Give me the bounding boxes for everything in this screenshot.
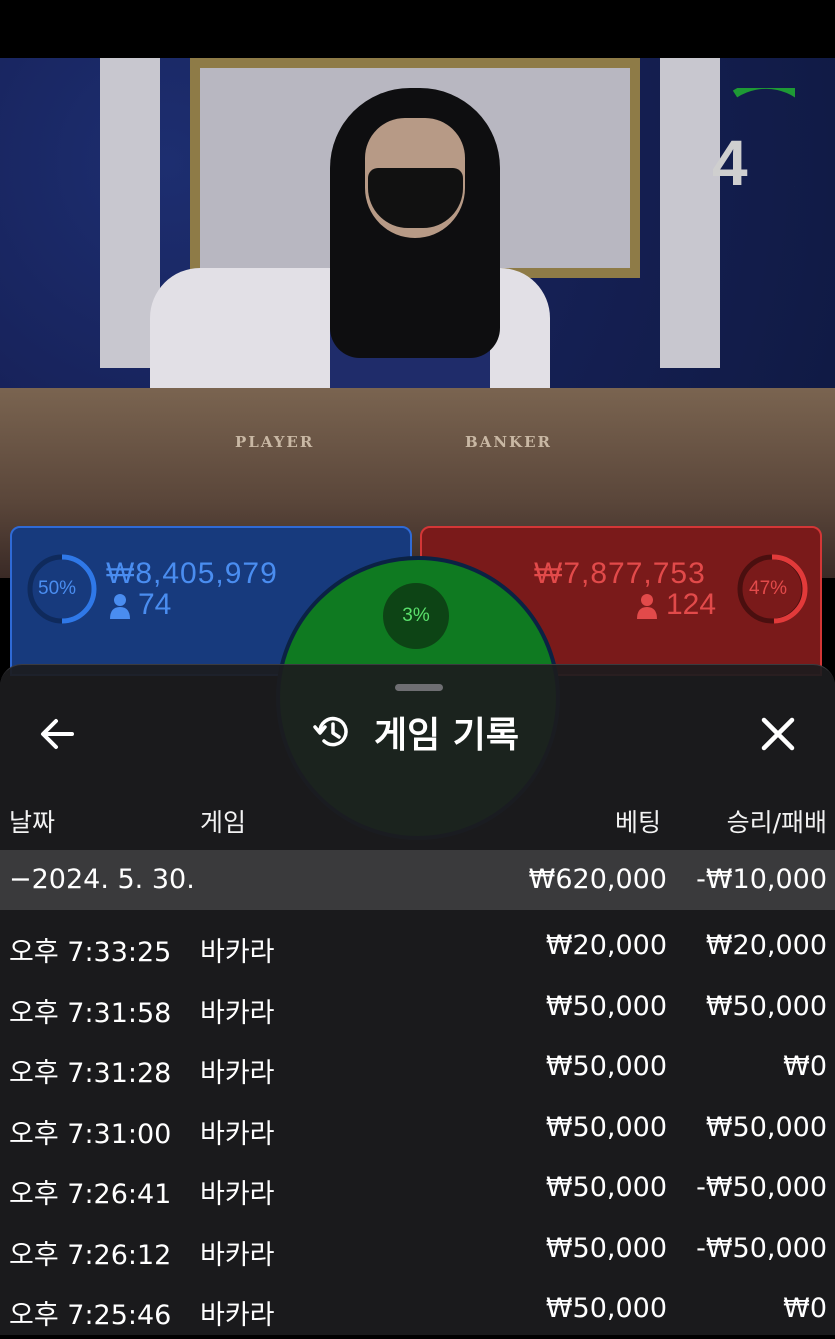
history-bet: ₩20,000 [545, 930, 667, 961]
history-time: 오후 7:25:46 [9, 1300, 172, 1331]
sheet-drag-handle[interactable] [395, 684, 443, 691]
banker-user-icon [637, 594, 657, 619]
player-amount: ₩8,405,979 [106, 557, 278, 590]
live-dealer-video: PLAYER BANKER 4 [0, 58, 835, 578]
history-game: 바카라 [200, 1058, 275, 1089]
player-user-icon [110, 594, 130, 619]
history-bet: ₩50,000 [545, 1293, 667, 1324]
history-game: 바카라 [200, 1239, 275, 1271]
table-label-player: PLAYER [235, 433, 315, 451]
history-icon [313, 716, 348, 747]
history-game: 바카라 [200, 1300, 275, 1331]
history-bet: ₩50,000 [545, 1232, 667, 1264]
table-row[interactable]: 오후 7:26:12 바카라 ₩50,000 -₩50,000 [0, 1219, 835, 1279]
history-win-loss: ₩50,000 [705, 990, 827, 1022]
player-percent: 50% [38, 578, 77, 599]
banker-percent: 47% [749, 578, 788, 599]
column-header-game: 게임 [200, 808, 247, 837]
column-header-bet: 베팅 [614, 808, 661, 837]
table-row[interactable]: 오후 7:26:41 바카라 ₩50,000 -₩50,000 [0, 1158, 835, 1218]
history-win-loss: ₩0 [783, 1051, 827, 1082]
tie-percent: 3% [383, 583, 449, 649]
history-time: 오후 7:31:00 [9, 1118, 172, 1150]
history-win-loss: -₩50,000 [696, 1232, 827, 1264]
sheet-title: 게임 기록 [374, 715, 520, 756]
column-header-win-loss: 승리/패배 [726, 808, 827, 837]
table-label-banker: BANKER [465, 433, 552, 451]
history-time: 오후 7:26:41 [9, 1179, 172, 1210]
banker-count: 124 [666, 588, 717, 621]
status-bar [0, 0, 835, 58]
table-row[interactable]: 오후 7:31:28 바카라 ₩50,000 ₩0 [0, 1037, 835, 1097]
day-summary-bet: ₩620,000 [528, 864, 667, 895]
column-header-date: 날짜 [9, 808, 56, 837]
close-icon[interactable] [756, 712, 800, 756]
table-row[interactable]: 오후 7:31:00 바카라 ₩50,000 ₩50,000 [0, 1098, 835, 1158]
history-game: 바카라 [200, 1118, 275, 1150]
history-win-loss: ₩0 [783, 1293, 827, 1324]
table-row[interactable]: 오후 7:33:25 바카라 ₩20,000 ₩20,000 [0, 916, 835, 976]
arrow-left-icon[interactable] [38, 712, 82, 756]
day-summary-date: −2024. 5. 30. [9, 864, 195, 895]
history-win-loss: -₩50,000 [696, 1172, 827, 1203]
history-game: 바카라 [200, 937, 275, 968]
history-win-loss: ₩20,000 [705, 930, 827, 961]
day-summary-win-loss: -₩10,000 [696, 864, 827, 895]
history-time: 오후 7:31:58 [9, 997, 172, 1029]
history-game: 바카라 [200, 997, 275, 1029]
banker-amount: ₩7,877,753 [534, 557, 706, 590]
history-time: 오후 7:31:28 [9, 1058, 172, 1089]
history-game: 바카라 [200, 1179, 275, 1210]
table-row[interactable]: 오후 7:31:58 바카라 ₩50,000 ₩50,000 [0, 977, 835, 1037]
countdown-number: 4 [712, 127, 748, 199]
history-bet: ₩50,000 [545, 1051, 667, 1082]
history-bet: ₩50,000 [545, 990, 667, 1022]
history-bet: ₩50,000 [545, 1172, 667, 1203]
history-time: 오후 7:26:12 [9, 1239, 172, 1271]
history-win-loss: ₩50,000 [705, 1111, 827, 1143]
table-row[interactable]: 오후 7:25:46 바카라 ₩50,000 ₩0 [0, 1279, 835, 1339]
history-time: 오후 7:33:25 [9, 937, 172, 968]
player-count: 74 [138, 588, 172, 621]
history-bet: ₩50,000 [545, 1111, 667, 1143]
